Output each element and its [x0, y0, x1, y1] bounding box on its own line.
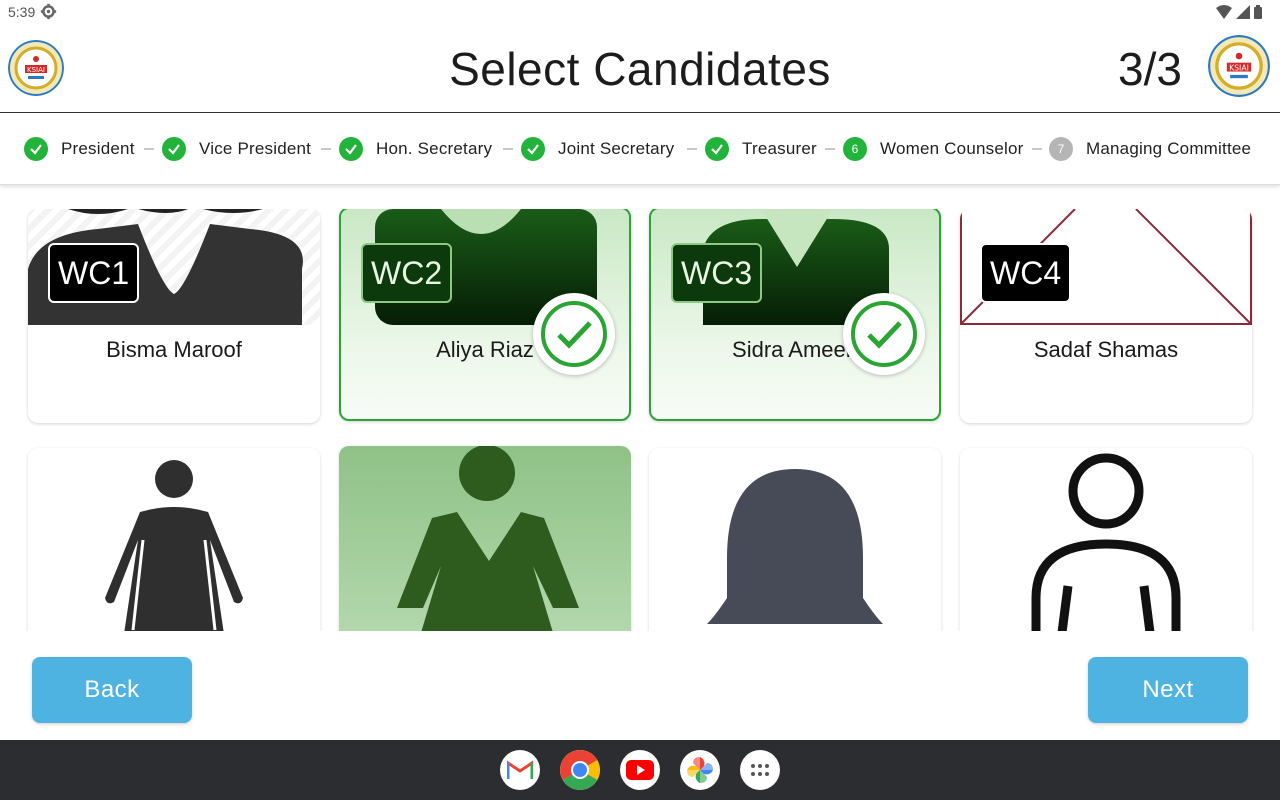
app-root: 5:39 KSIAI Select Candidates 3/3 KSIAI P…	[0, 0, 1280, 800]
check-circle-icon	[24, 137, 48, 161]
step-label: Vice President	[199, 139, 312, 158]
candidate-card[interactable]	[960, 448, 1252, 631]
step-label: Women Counselor	[880, 139, 1024, 158]
candidate-code-badge: WC4	[980, 243, 1072, 303]
step-president: President	[24, 136, 135, 162]
step-connector	[144, 148, 154, 150]
check-circle-icon	[521, 137, 545, 161]
signal-icon	[1236, 5, 1250, 19]
candidate-code-badge: WC3	[671, 243, 763, 303]
step-managing-committee: 7 Managing Committee	[1049, 136, 1251, 162]
app-header: KSIAI Select Candidates 3/3 KSIAI	[0, 24, 1280, 113]
step-label: Hon. Secretary	[376, 139, 493, 158]
status-time: 5:39	[8, 4, 36, 20]
step-number-badge: 6	[843, 137, 867, 161]
step-label: President	[61, 139, 135, 158]
selected-check-icon	[533, 293, 615, 375]
photos-icon[interactable]	[680, 750, 720, 790]
candidate-code-badge: WC1	[48, 243, 140, 303]
step-label: Treasurer	[742, 139, 817, 158]
candidate-card-wc2[interactable]: WC2 Aliya Riaz	[339, 209, 631, 421]
step-connector	[503, 148, 513, 150]
check-circle-icon	[705, 137, 729, 161]
person-outline-icon	[1031, 453, 1181, 631]
youtube-icon[interactable]	[620, 750, 660, 790]
step-label: Joint Secretary	[558, 139, 675, 158]
candidate-card-wc4[interactable]: WC4 Sadaf Shamas	[960, 209, 1252, 423]
step-connector	[1032, 148, 1042, 150]
candidate-grid[interactable]: WC1 Bisma Maroof WC2 Aliya Riaz WC3 Sidr…	[0, 209, 1280, 631]
step-treasurer: Treasurer	[705, 136, 817, 162]
battery-icon	[1254, 5, 1262, 19]
check-circle-icon	[162, 137, 186, 161]
chrome-icon[interactable]	[560, 750, 600, 790]
next-button[interactable]: Next	[1088, 657, 1248, 723]
step-women-counselor: 6 Women Counselor	[843, 136, 1023, 162]
woman-figure-icon	[105, 460, 243, 631]
svg-text:KSIAI: KSIAI	[1229, 63, 1249, 72]
status-bar: 5:39	[0, 0, 1280, 24]
candidate-card[interactable]	[339, 446, 631, 631]
wifi-icon	[1216, 5, 1232, 19]
candidate-card[interactable]	[28, 448, 320, 631]
step-connector	[825, 148, 835, 150]
step-connector	[321, 148, 331, 150]
candidate-card-wc3[interactable]: WC3 Sidra Ameen	[649, 209, 941, 421]
page-title: Select Candidates	[449, 43, 831, 95]
app-drawer-icon[interactable]	[740, 750, 780, 790]
step-connector	[687, 148, 697, 150]
gmail-icon[interactable]	[500, 750, 540, 790]
settings-gear-icon	[40, 3, 57, 20]
back-button[interactable]: Back	[32, 657, 192, 723]
woman-avatar-icon	[707, 469, 883, 624]
candidate-code-badge: WC2	[361, 243, 453, 303]
step-hon-secretary: Hon. Secretary	[339, 136, 492, 162]
candidate-name: Bisma Maroof	[106, 337, 242, 362]
step-label: Managing Committee	[1086, 139, 1252, 158]
step-number-badge: 7	[1049, 137, 1073, 161]
step-joint-secretary: Joint Secretary	[521, 136, 674, 162]
candidate-card[interactable]	[649, 448, 941, 631]
selected-check-icon	[843, 293, 925, 375]
taskbar	[0, 740, 1280, 800]
step-vice-president: Vice President	[162, 136, 311, 162]
association-logo-icon: KSIAI	[1208, 35, 1270, 97]
woman-figure-icon	[397, 446, 579, 631]
status-icons	[1216, 4, 1262, 20]
check-circle-icon	[339, 137, 363, 161]
election-stepper: President Vice President Hon. Secretary …	[0, 113, 1280, 185]
candidate-name: Sadaf Shamas	[1033, 337, 1179, 362]
page-counter: 3/3	[1118, 43, 1182, 95]
candidate-card-wc1[interactable]: WC1 Bisma Maroof	[28, 209, 320, 423]
